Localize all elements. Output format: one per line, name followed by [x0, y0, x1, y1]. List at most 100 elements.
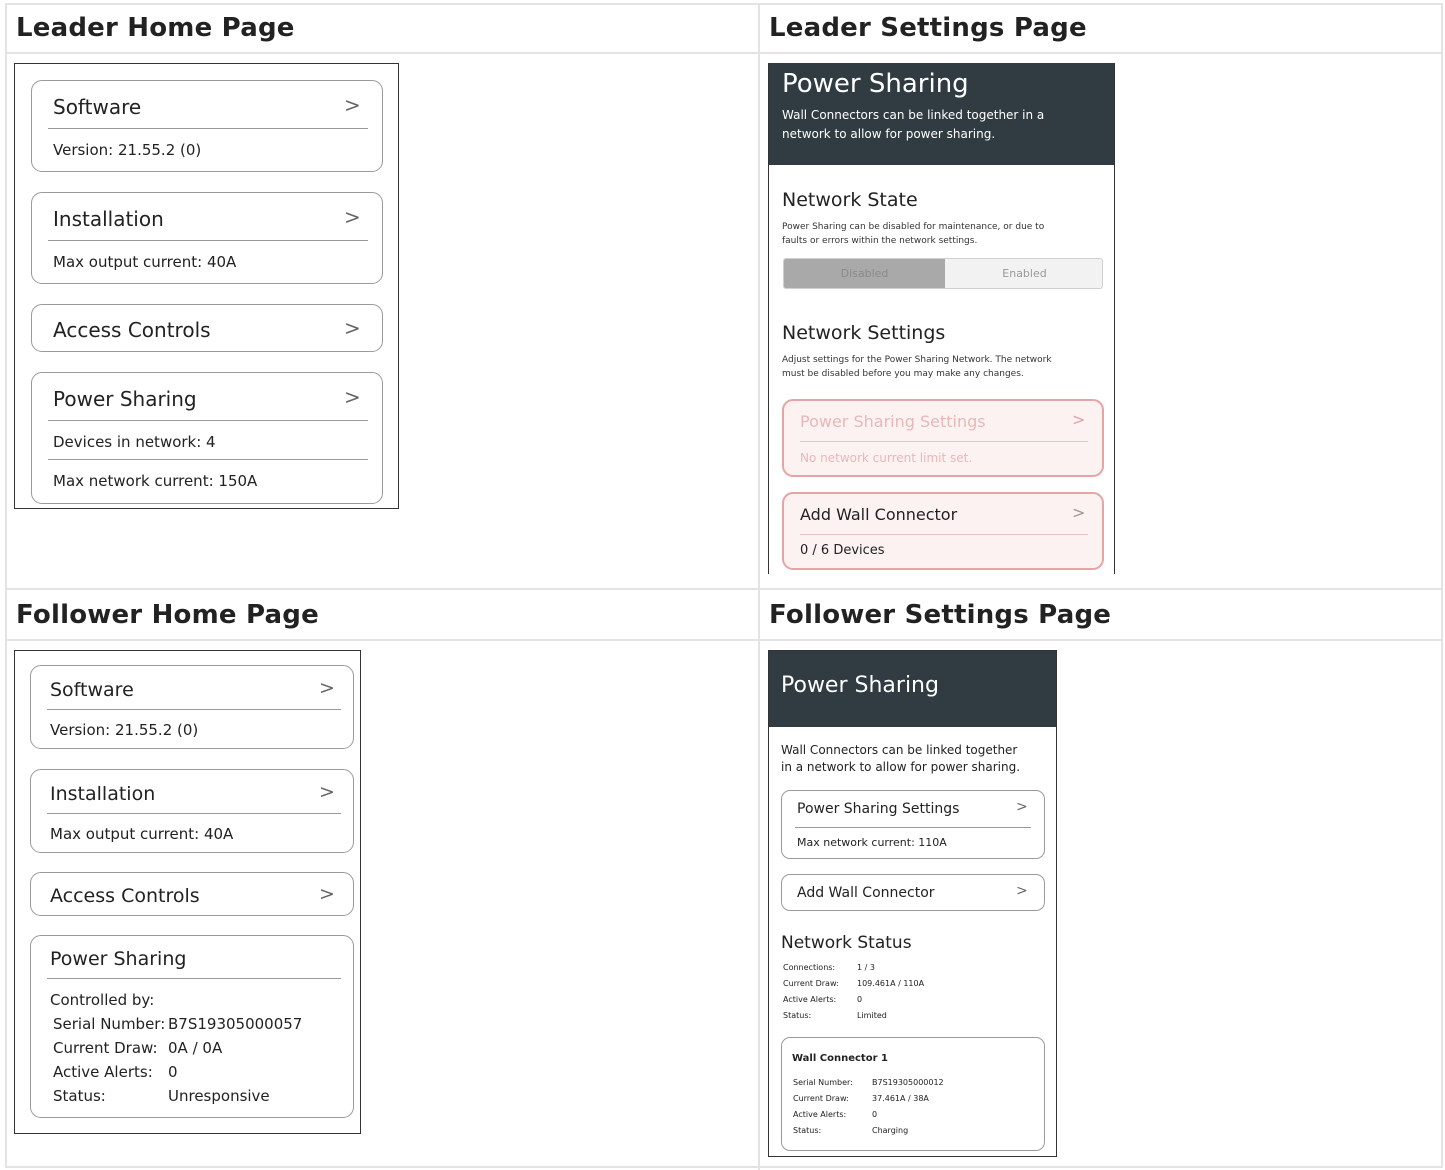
status-label: Status:: [53, 1087, 106, 1105]
connections-label: Connections:: [783, 963, 836, 972]
leader-home-screen: Software > Version: 21.55.2 (0) Installa…: [14, 63, 399, 509]
wc-alerts-value: 0: [872, 1110, 878, 1119]
network-state-heading: Network State: [782, 189, 918, 211]
serial-number-value: B7S19305000057: [168, 1015, 303, 1033]
settings-header: Power Sharing: [769, 651, 1056, 727]
power-sharing-settings-title: Power Sharing Settings: [800, 412, 986, 431]
access-controls-title: Access Controls: [53, 318, 211, 342]
wall-connector-card[interactable]: Wall Connector 1 Serial Number: B7S19305…: [781, 1037, 1045, 1151]
installation-card[interactable]: Installation > Max output current: 40A: [30, 769, 354, 853]
chevron-right-icon: >: [1072, 410, 1086, 429]
status-value: Unresponsive: [168, 1087, 270, 1105]
follower-settings-heading: Follower Settings Page: [769, 600, 1112, 630]
software-title: Software: [50, 679, 134, 701]
devices-in-network: Devices in network: 4: [53, 433, 216, 451]
wc-status-value: Charging: [872, 1126, 909, 1135]
wc-serial-label: Serial Number:: [793, 1078, 853, 1087]
divider: [800, 441, 1088, 442]
status-label: Status:: [783, 1011, 812, 1020]
settings-header: Power Sharing Wall Connectors can be lin…: [769, 63, 1114, 165]
current-draw-label: Current Draw:: [783, 979, 839, 988]
active-alerts-value: 0: [168, 1063, 178, 1081]
max-output-current: Max output current: 40A: [50, 825, 234, 843]
chevron-right-icon: >: [344, 385, 361, 409]
power-sharing-settings-title: Power Sharing Settings: [797, 801, 960, 817]
header-title: Power Sharing: [782, 69, 969, 99]
header-title: Power Sharing: [781, 673, 939, 698]
add-wall-connector-card[interactable]: Add Wall Connector >: [781, 874, 1045, 911]
power-sharing-settings-card[interactable]: Power Sharing Settings > No network curr…: [782, 399, 1104, 477]
software-card[interactable]: Software > Version: 21.55.2 (0): [31, 80, 383, 172]
software-version: Version: 21.55.2 (0): [50, 721, 199, 739]
power-sharing-card: Power Sharing Controlled by: Serial Numb…: [30, 935, 354, 1118]
installation-title: Installation: [50, 783, 156, 805]
leader-home-heading: Leader Home Page: [16, 13, 295, 43]
intro-line2: in a network to allow for power sharing.: [781, 760, 1021, 774]
status-value: Limited: [857, 1011, 887, 1020]
chevron-right-icon: >: [319, 883, 335, 905]
current-draw-label: Current Draw:: [53, 1039, 158, 1057]
leader-settings-screen: Power Sharing Wall Connectors can be lin…: [768, 63, 1115, 574]
divider: [48, 128, 368, 129]
wc-alerts-label: Active Alerts:: [793, 1110, 847, 1119]
follower-home-screen: Software > Version: 21.55.2 (0) Installa…: [14, 650, 361, 1134]
current-draw-value: 0A / 0A: [168, 1039, 223, 1057]
follower-settings-screen: Power Sharing Wall Connectors can be lin…: [768, 650, 1057, 1157]
divider: [48, 420, 368, 421]
divider: [47, 978, 341, 979]
network-settings-desc-line2: must be disabled before you may make any…: [782, 369, 1024, 379]
active-alerts-label: Active Alerts:: [783, 995, 837, 1004]
divider: [47, 709, 341, 710]
software-title: Software: [53, 95, 142, 119]
power-sharing-title: Power Sharing: [53, 387, 197, 411]
follower-home-heading: Follower Home Page: [16, 600, 319, 630]
software-card[interactable]: Software > Version: 21.55.2 (0): [30, 665, 354, 749]
power-sharing-settings-card[interactable]: Power Sharing Settings > Max network cur…: [781, 790, 1045, 859]
installation-card[interactable]: Installation > Max output current: 40A: [31, 192, 383, 284]
wc-draw-value: 37.461A / 38A: [872, 1094, 929, 1103]
power-sharing-settings-status: No network current limit set.: [800, 451, 973, 465]
chevron-right-icon: >: [319, 677, 335, 699]
wc-status-label: Status:: [793, 1126, 822, 1135]
serial-number-label: Serial Number:: [53, 1015, 166, 1033]
add-wall-connector-title: Add Wall Connector: [797, 885, 935, 901]
disabled-option[interactable]: Disabled: [784, 259, 945, 288]
divider: [48, 240, 368, 241]
header-subtitle-line1: Wall Connectors can be linked together i…: [782, 108, 1045, 122]
network-settings-heading: Network Settings: [782, 322, 946, 344]
row-divider: [5, 588, 1443, 590]
add-wall-connector-card[interactable]: Add Wall Connector > 0 / 6 Devices: [782, 492, 1104, 570]
network-state-toggle[interactable]: Disabled Enabled: [783, 258, 1103, 289]
chevron-right-icon: >: [1072, 503, 1086, 522]
divider: [795, 827, 1031, 828]
enabled-option[interactable]: Enabled: [945, 259, 1102, 288]
divider: [47, 813, 341, 814]
active-alerts-value: 0: [857, 995, 863, 1004]
network-status-heading: Network Status: [781, 933, 912, 953]
network-state-desc-line2: faults or errors within the network sett…: [782, 236, 978, 246]
current-draw-value: 109.461A / 110A: [857, 979, 925, 988]
active-alerts-label: Active Alerts:: [53, 1063, 153, 1081]
access-controls-card[interactable]: Access Controls >: [31, 304, 383, 352]
chevron-right-icon: >: [344, 205, 361, 229]
max-network-current: Max network current: 150A: [53, 472, 258, 490]
network-settings-desc-line1: Adjust settings for the Power Sharing Ne…: [782, 355, 1052, 365]
row-divider: [5, 639, 1443, 641]
software-version: Version: 21.55.2 (0): [53, 141, 202, 159]
max-output-current: Max output current: 40A: [53, 253, 237, 271]
row-divider: [5, 52, 1443, 54]
max-network-current: Max network current: 110A: [797, 836, 947, 849]
chevron-right-icon: >: [344, 93, 361, 117]
device-count: 0 / 6 Devices: [800, 543, 885, 558]
power-sharing-card[interactable]: Power Sharing > Devices in network: 4 Ma…: [31, 372, 383, 504]
chevron-right-icon: >: [1016, 883, 1028, 899]
divider: [48, 459, 368, 460]
leader-settings-heading: Leader Settings Page: [769, 13, 1087, 43]
controlled-by-label: Controlled by:: [50, 991, 155, 1009]
network-state-desc-line1: Power Sharing can be disabled for mainte…: [782, 222, 1045, 232]
divider: [800, 534, 1088, 535]
header-subtitle-line2: network to allow for power sharing.: [782, 127, 996, 141]
access-controls-card[interactable]: Access Controls >: [30, 872, 354, 916]
chevron-right-icon: >: [1016, 799, 1028, 815]
wc-serial-value: B7S19305000012: [872, 1078, 944, 1087]
